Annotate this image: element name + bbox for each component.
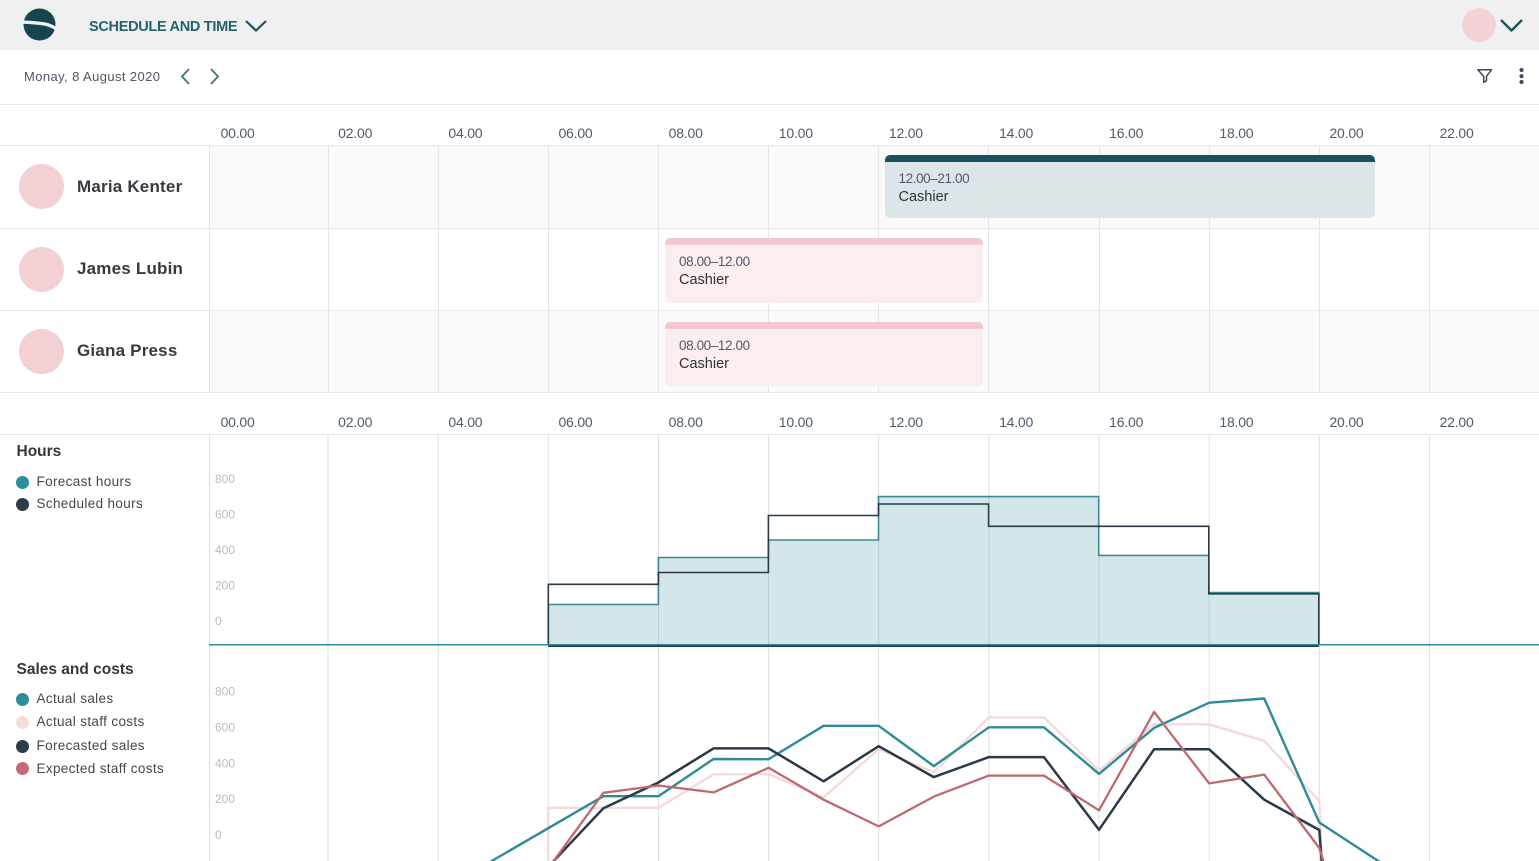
svg-text:400: 400 [215, 543, 235, 557]
svg-text:0: 0 [215, 614, 222, 628]
svg-text:400: 400 [215, 756, 235, 770]
svg-text:0: 0 [215, 828, 222, 842]
svg-text:600: 600 [215, 720, 235, 734]
svg-text:600: 600 [215, 508, 235, 522]
svg-text:800: 800 [215, 472, 235, 486]
svg-text:200: 200 [215, 579, 235, 593]
svg-text:800: 800 [215, 685, 235, 699]
svg-text:200: 200 [215, 792, 235, 806]
